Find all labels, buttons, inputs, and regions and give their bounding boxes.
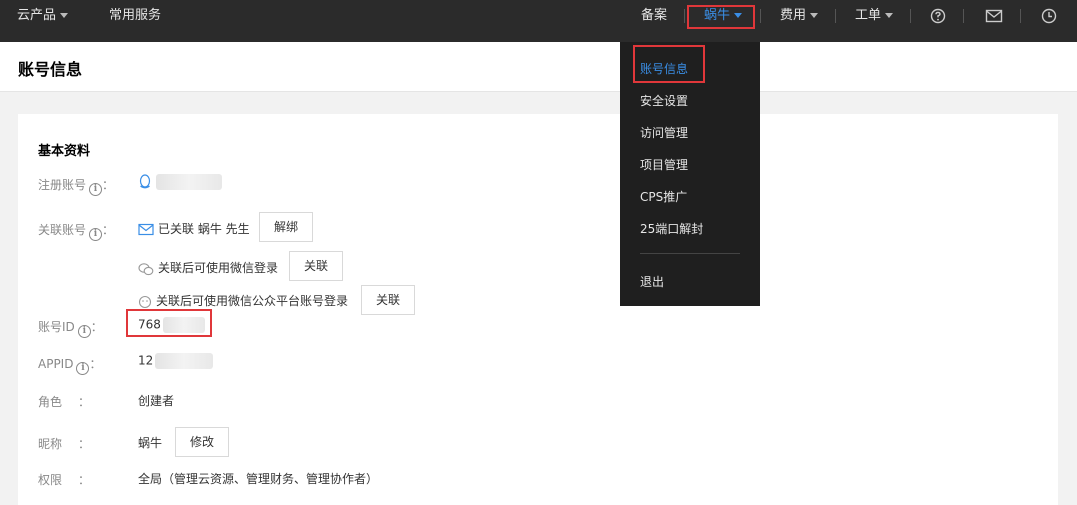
nav-ticket-label: 工单 — [855, 8, 882, 23]
label-colon: ： — [78, 437, 91, 451]
label-colon: ： — [102, 223, 115, 237]
register-account-label-text: 注册账号 — [38, 178, 87, 192]
menu-divider — [640, 253, 740, 254]
role-label: 角色 ： — [38, 393, 90, 410]
permission-label-text: 权限 — [38, 473, 63, 487]
nav-billing[interactable]: 费用 — [780, 0, 819, 32]
nickname-label: 昵称 ： — [38, 435, 90, 452]
chevron-down-icon — [810, 13, 819, 18]
appid-value: 12 — [138, 353, 214, 369]
permission-label: 权限 ： — [38, 471, 90, 488]
account-id-label-text: 账号ID — [38, 320, 75, 334]
help-icon[interactable] — [930, 8, 946, 24]
wechat-link-row: 关联后可使用微信登录 — [138, 259, 278, 276]
highlight-box-account-info — [633, 45, 705, 83]
menu-item-security-settings[interactable]: 安全设置 — [640, 92, 688, 109]
nav-billing-label: 费用 — [780, 8, 807, 23]
nav-beian[interactable]: 备案 — [641, 0, 667, 32]
wechat-link-text: 关联后可使用微信登录 — [158, 261, 279, 275]
menu-item-cps-promotion[interactable]: CPS推广 — [640, 188, 687, 205]
register-account-label: 注册账号 i： — [38, 176, 114, 196]
profile-card: 基本资料 注册账号 i： 关联账号 i： 已关联 蜗牛 先生 解绑 关联后可使用微信… — [18, 114, 1058, 505]
clock-icon[interactable] — [1041, 8, 1057, 24]
wechat-mp-icon — [138, 295, 152, 308]
nav-ticket[interactable]: 工单 — [855, 0, 894, 32]
permission-value: 全局（管理云资源、管理财务、管理协作者） — [138, 472, 379, 486]
register-account-value — [138, 174, 222, 190]
wechat-mp-link-row: 关联后可使用微信公众平台账号登录 — [138, 292, 348, 309]
role-value: 创建者 — [138, 394, 175, 408]
label-colon: ： — [89, 357, 102, 371]
nav-divider — [835, 9, 836, 23]
wechat-icon — [138, 262, 154, 275]
top-navbar: 云产品 常用服务 备案 蜗牛 费用 工单 — [0, 0, 1077, 42]
unbind-button[interactable]: 解绑 — [259, 212, 314, 242]
nickname-value: 蜗牛 — [138, 436, 163, 450]
menu-item-access-management[interactable]: 访问管理 — [640, 124, 688, 141]
page-title: 账号信息 — [18, 60, 83, 79]
section-title: 基本资料 — [38, 144, 91, 159]
linked-email-row: 已关联 蜗牛 先生 — [138, 220, 250, 237]
account-id-label: 账号ID i： — [38, 318, 103, 338]
linked-email-text: 已关联 蜗牛 先生 — [158, 222, 250, 236]
appid-text: 12 — [138, 353, 154, 368]
appid-label-text: APPID — [38, 357, 74, 371]
info-icon[interactable]: i — [77, 325, 91, 338]
info-icon[interactable]: i — [89, 228, 103, 241]
highlight-box-account-id — [126, 309, 212, 337]
menu-item-port25-unblock[interactable]: 25端口解封 — [640, 220, 703, 237]
masked-account-value — [156, 174, 222, 190]
linked-account-label-text: 关联账号 — [38, 223, 87, 237]
menu-item-project-management[interactable]: 项目管理 — [640, 156, 688, 173]
wechat-mp-link-text: 关联后可使用微信公众平台账号登录 — [156, 294, 349, 308]
page-header: 账号信息 — [0, 42, 1077, 92]
nav-common-services[interactable]: 常用服务 — [109, 0, 161, 32]
nav-divider — [963, 9, 964, 23]
menu-item-logout[interactable]: 退出 — [640, 273, 664, 290]
wechat-mp-link-button[interactable]: 关联 — [361, 285, 416, 315]
nav-divider — [1020, 9, 1021, 23]
nav-divider — [684, 9, 685, 23]
linked-account-label: 关联账号 i： — [38, 221, 114, 241]
masked-appid-value — [155, 353, 214, 369]
info-icon[interactable]: i — [89, 183, 103, 196]
info-icon[interactable]: i — [76, 362, 90, 375]
highlight-box-user-menu — [687, 5, 755, 29]
label-colon: ： — [78, 473, 91, 487]
nav-divider — [760, 9, 761, 23]
qq-icon — [139, 174, 151, 189]
nickname-label-text: 昵称 — [38, 437, 63, 451]
label-colon: ： — [102, 178, 115, 192]
nav-cloud-products-label: 云产品 — [17, 8, 57, 23]
chevron-down-icon — [885, 13, 894, 18]
nav-divider — [910, 9, 911, 23]
edit-nickname-button[interactable]: 修改 — [175, 427, 230, 457]
wechat-link-button[interactable]: 关联 — [289, 251, 344, 281]
chevron-down-icon — [60, 13, 69, 18]
email-icon — [138, 223, 154, 236]
user-dropdown-menu: 账号信息 安全设置 访问管理 项目管理 CPS推广 25端口解封 退出 — [620, 42, 760, 306]
mail-icon[interactable] — [985, 8, 1003, 24]
role-label-text: 角色 — [38, 395, 63, 409]
label-colon: ： — [90, 320, 103, 334]
nav-cloud-products[interactable]: 云产品 — [17, 0, 69, 32]
label-colon: ： — [78, 395, 91, 409]
appid-label: APPID i： — [38, 355, 101, 375]
